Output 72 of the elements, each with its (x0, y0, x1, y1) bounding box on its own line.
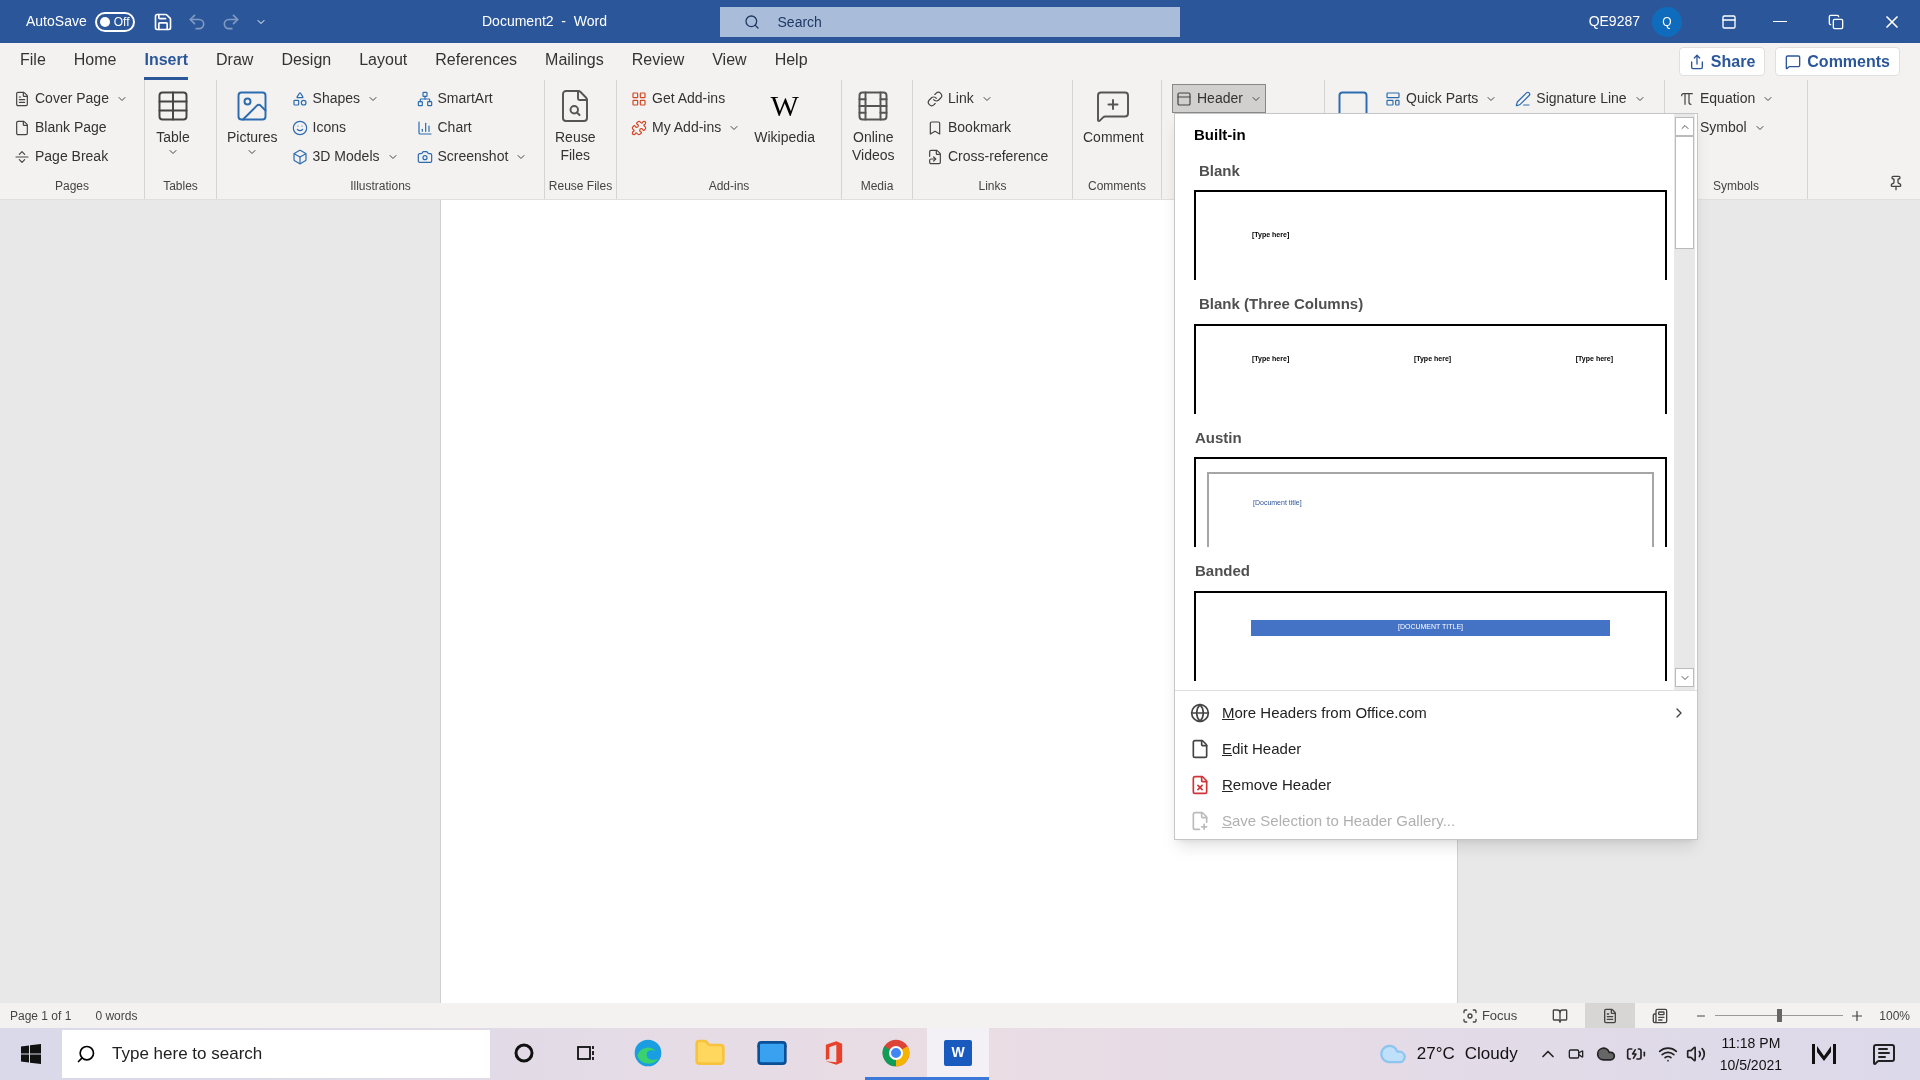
ribbon-tab[interactable]: Layout (359, 43, 408, 80)
ribbon-button[interactable]: Link (923, 84, 1053, 113)
group-label: Media (859, 178, 895, 195)
page-count[interactable]: Page 1 of 1 (10, 1006, 72, 1025)
ribbon-button[interactable]: Symbol (1675, 113, 1779, 142)
ribbon-button[interactable]: Reuse Files (555, 84, 596, 177)
ribbon-button[interactable]: Pictures (227, 84, 278, 177)
ribbon-button[interactable]: Signature Line (1511, 84, 1650, 113)
menu-item[interactable]: Edit Header (1175, 731, 1697, 767)
group-label: Pages (54, 178, 90, 195)
clock-date[interactable]: 10/5/2021 (1719, 1054, 1782, 1076)
group-label: Tables (162, 178, 199, 195)
ribbon-tab[interactable]: View (712, 43, 747, 80)
window-title: Document2 - Word (481, 12, 608, 31)
share-button[interactable]: Share (1678, 47, 1766, 76)
ribbon-tab[interactable]: Mailings (545, 43, 604, 80)
menu-item[interactable]: More Headers from Office.com (1175, 695, 1697, 731)
group-label: Reuse Files (547, 178, 614, 195)
user-name: QE9287 (1588, 12, 1640, 31)
gallery-item-title: Blank (1199, 160, 1241, 181)
weather-condition[interactable]: Cloudy (1464, 1041, 1518, 1067)
group-label: Links (977, 178, 1008, 195)
ribbon-button[interactable]: W Wikipedia (754, 84, 815, 177)
ribbon-tab[interactable]: Review (631, 43, 685, 80)
ribbon-button[interactable]: Header (1172, 84, 1266, 113)
section-heading: Built-in (1194, 125, 1247, 145)
ribbon-button[interactable]: Shapes (287, 84, 403, 113)
taskbar-search-field[interactable]: Type here to search (62, 1030, 490, 1078)
zoom-level[interactable]: 100% (1879, 1006, 1910, 1025)
ribbon-button[interactable]: 3D Models (287, 142, 403, 171)
wikipedia-icon: W (770, 88, 799, 124)
ribbon-button[interactable]: Cross-reference (923, 142, 1053, 171)
ribbon-button[interactable]: Table (155, 84, 191, 177)
ribbon-tab[interactable]: References (435, 43, 518, 80)
ribbon-button[interactable]: SmartArt (412, 84, 532, 113)
autosave-label: AutoSave (26, 12, 87, 31)
ribbon-tab[interactable]: Design (281, 43, 332, 80)
word-icon: W (944, 1039, 972, 1066)
word-count[interactable]: 0 words (95, 1006, 138, 1025)
focus-button[interactable]: Focus (1461, 1005, 1518, 1026)
ribbon-button[interactable]: Page Break (10, 142, 132, 171)
ribbon-button[interactable]: Online Videos (852, 84, 895, 177)
menu-item[interactable]: Remove Header (1175, 767, 1697, 803)
group-label: Illustrations (349, 178, 412, 195)
ribbon-button[interactable]: Icons (287, 113, 403, 142)
gallery-item-title: Blank (Three Columns) (1199, 294, 1365, 314)
search-field[interactable]: Search (719, 6, 1180, 37)
user-avatar[interactable]: Q (1652, 6, 1682, 37)
ribbon-tab[interactable]: Draw (216, 43, 254, 80)
ribbon-button[interactable]: Chart (412, 113, 532, 142)
group-label: Comments (1087, 178, 1147, 195)
clock-time[interactable]: 11:18 PM (1721, 1032, 1781, 1054)
ribbon-button[interactable]: Get Add-ins (627, 84, 745, 113)
ribbon-tab[interactable]: File (20, 43, 46, 80)
group-label: Add-ins (707, 178, 751, 195)
group-label: Symbols (1712, 178, 1760, 195)
ribbon-button[interactable]: Cover Page (10, 84, 132, 113)
ribbon-button[interactable]: My Add-ins (627, 113, 745, 142)
temperature[interactable]: 27°C (1416, 1041, 1455, 1067)
ribbon-tab[interactable]: Help (774, 43, 808, 80)
gallery-item-title: Austin (1195, 427, 1243, 448)
gallery-item-title: Banded (1195, 561, 1251, 581)
ribbon-button[interactable]: Screenshot (412, 142, 532, 171)
ribbon-button[interactable]: Comment (1083, 84, 1144, 177)
ribbon-button[interactable]: Equation (1675, 84, 1779, 113)
ribbon-button[interactable]: Blank Page (10, 113, 132, 142)
autosave-toggle[interactable]: Off (94, 11, 135, 32)
ribbon-tab[interactable]: Home (73, 43, 117, 80)
ribbon-button[interactable]: Quick Parts (1381, 84, 1502, 113)
ribbon-button[interactable]: Bookmark (923, 113, 1053, 142)
comments-button[interactable]: Comments (1775, 47, 1900, 76)
taskbar-app[interactable]: W (927, 1028, 989, 1080)
